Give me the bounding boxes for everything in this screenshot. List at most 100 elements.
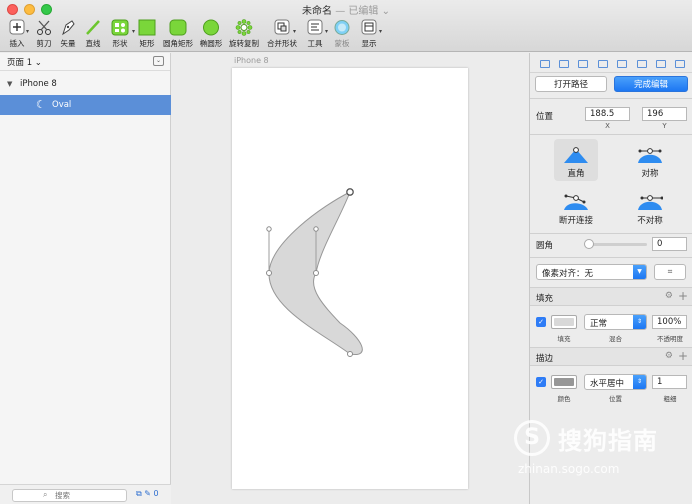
crescent-shape-icon: ☾ [36, 98, 46, 111]
layer-artboard[interactable]: ▼ iPhone 8 [0, 75, 171, 95]
point-type-mirrored[interactable]: 对称 [628, 139, 672, 181]
corner-radius-slider[interactable] [587, 243, 647, 246]
selected-anchor-point[interactable] [346, 188, 354, 196]
border-position-select[interactable]: 水平居中 ⇕ [584, 374, 647, 390]
corner-radius-label: 圆角 [536, 241, 554, 251]
opacity-label: 不透明度 [657, 335, 683, 343]
divider [530, 257, 692, 258]
layer-search[interactable]: ⌕ [12, 489, 127, 502]
handle-point[interactable] [313, 226, 319, 232]
search-input[interactable] [55, 490, 115, 501]
inspector: 打开路径 完成编辑 位置 188.5 196 X Y 直角 对称 断开连接 不对… [529, 53, 692, 504]
crescent-shape[interactable] [232, 68, 468, 489]
distribute-vertical-icon[interactable] [558, 58, 570, 68]
blend-mode-value: 正常 [590, 319, 608, 329]
add-fill-icon[interactable]: + [678, 289, 688, 303]
border-color [554, 378, 574, 386]
border-swatch-label: 颜色 [557, 395, 571, 403]
divider [530, 233, 692, 234]
divider [530, 98, 692, 99]
pixel-align-value: 像素对齐：无 [542, 269, 594, 279]
border-position-value: 水平居中 [590, 379, 625, 389]
align-right-icon[interactable] [616, 58, 628, 68]
document-status[interactable]: — 已编辑 ⌄ [335, 6, 390, 17]
point-type-selector: 直角 对称 断开连接 不对称 [530, 139, 692, 233]
point-type-asymmetric[interactable]: 不对称 [628, 186, 672, 228]
search-icon: ⌕ [43, 490, 48, 499]
anchor-point[interactable] [313, 270, 319, 276]
opacity-field[interactable]: 100% [652, 315, 687, 329]
fill-swatch-label: 填充 [557, 335, 571, 343]
fill-color-swatch[interactable] [551, 315, 577, 329]
disclosure-triangle-icon[interactable]: ▼ [7, 80, 12, 88]
copy-layers-icon[interactable]: ⧉ [136, 489, 142, 498]
align-bottom-icon[interactable] [674, 58, 686, 68]
anchor-point[interactable] [266, 270, 272, 276]
x-label: X [605, 122, 610, 130]
tools-icon [307, 19, 323, 35]
combine-shapes-icon [274, 19, 290, 35]
artboard-title[interactable]: iPhone 8 [234, 56, 269, 65]
stepper-icon: ⇕ [633, 315, 646, 329]
point-type-disconnected[interactable]: 断开连接 [554, 186, 598, 228]
gear-icon[interactable]: ⚙ [665, 291, 673, 301]
pen-icon [62, 20, 75, 36]
edit-count: 0 [153, 489, 159, 498]
plus-icon [9, 19, 25, 35]
point-type-straight[interactable]: 直角 [554, 139, 598, 181]
document-name: 未命名 [302, 6, 333, 17]
page-selector[interactable]: 页面 1 ⌄ ⌄ [0, 53, 170, 71]
border-enabled-checkbox[interactable]: ✓ [536, 377, 546, 387]
layer-oval[interactable]: ☾ Oval [0, 95, 171, 115]
layer-filter-icons[interactable]: ⧉ ✎ 0 [136, 489, 159, 499]
mask-icon [334, 20, 350, 35]
path-edit-buttons: 打开路径 完成编辑 [535, 76, 688, 92]
disconnected-point-icon [564, 194, 588, 210]
shapes-icon [111, 19, 129, 36]
x-position-field[interactable]: 188.5 [585, 107, 630, 121]
align-middle-icon[interactable] [655, 58, 666, 68]
open-path-button[interactable]: 打开路径 [535, 76, 607, 92]
pixel-fit-button[interactable]: ⌗ [654, 264, 686, 280]
add-border-icon[interactable]: + [678, 349, 688, 363]
border-section-header: 描边 ⚙ + [530, 347, 692, 366]
view-tool[interactable]: ▾ 显示 [352, 18, 386, 50]
fill-color [554, 318, 574, 326]
finish-editing-button[interactable]: 完成编辑 [614, 76, 688, 92]
mirrored-point-icon [638, 148, 662, 163]
rectangle-icon [138, 19, 156, 36]
window-title: 未命名 — 已编辑 ⌄ [0, 2, 692, 17]
border-width-field[interactable]: 1 [652, 375, 687, 389]
border-color-swatch[interactable] [551, 375, 577, 389]
gear-icon[interactable]: ⚙ [665, 351, 673, 361]
chevron-down-icon: ▼ [633, 265, 646, 279]
artboard[interactable] [232, 68, 468, 489]
rounded-rectangle-icon [169, 19, 187, 36]
rotate-copy-icon [235, 19, 253, 36]
border-width-label: 粗细 [663, 395, 677, 403]
line-icon [86, 20, 100, 35]
corner-radius-field[interactable]: 0 [652, 237, 687, 251]
page-name[interactable]: 页面 1 ⌄ [7, 56, 42, 68]
corner-radius-slider-knob[interactable] [584, 239, 594, 249]
fill-enabled-checkbox[interactable]: ✓ [536, 317, 546, 327]
y-label: Y [662, 122, 667, 130]
canvas[interactable]: iPhone 8 [172, 53, 529, 504]
position-label: 位置 [536, 112, 554, 122]
title-toolbar: 未命名 — 已编辑 ⌄ ▾ 插入 剪刀 矢量 直线 ▾ 形状 矩形 圆角矩形 椭… [0, 0, 692, 52]
y-position-field[interactable]: 196 [642, 107, 687, 121]
fill-title: 填充 [536, 294, 554, 304]
blend-label: 混合 [609, 335, 622, 343]
handle-point[interactable] [266, 226, 272, 232]
distribute-horizontal-icon[interactable] [539, 58, 550, 68]
align-center-icon[interactable] [597, 58, 608, 68]
anchor-point[interactable] [347, 351, 353, 357]
page-toggle-icon[interactable]: ⌄ [153, 56, 164, 66]
oval-layer-name: Oval [52, 100, 72, 110]
edit-pen-icon[interactable]: ✎ [144, 489, 151, 498]
blend-mode-select[interactable]: 正常 ⇕ [584, 314, 647, 330]
rotate-copy-tool[interactable]: 旋转复制 [227, 18, 261, 50]
pixel-align-select[interactable]: 像素对齐：无 ▼ [536, 264, 647, 280]
align-top-icon[interactable] [636, 58, 647, 68]
align-left-icon[interactable] [577, 58, 589, 68]
